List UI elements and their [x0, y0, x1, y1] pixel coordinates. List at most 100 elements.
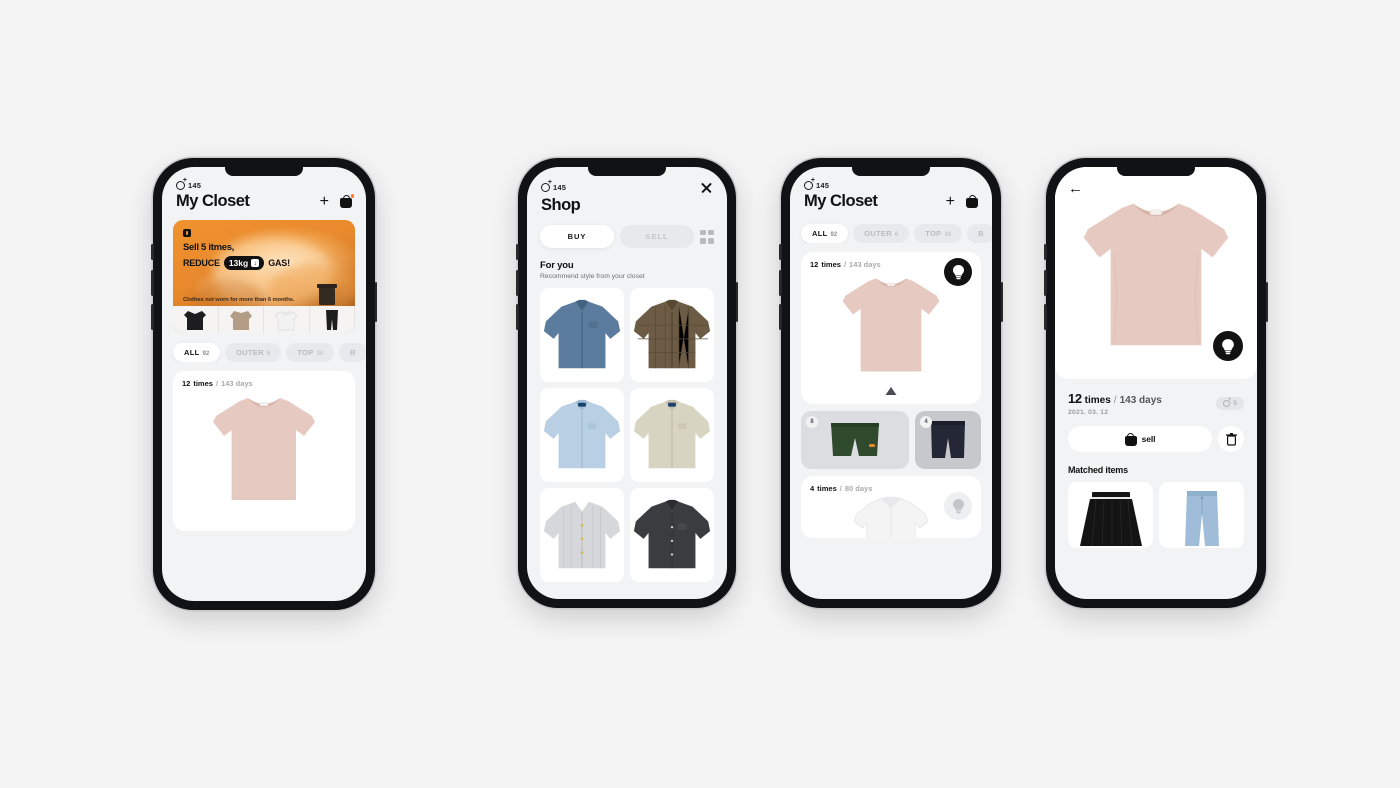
back-arrow-icon[interactable]: ←: [1068, 181, 1083, 196]
usage-days: 143 days: [1119, 395, 1162, 406]
match-count-badge: 8: [806, 416, 818, 428]
thumb-item[interactable]: [309, 306, 355, 333]
category-pill-outer[interactable]: OUTER 6: [225, 343, 282, 362]
pill-label: ALL: [184, 348, 200, 357]
close-icon[interactable]: [700, 181, 713, 194]
category-pill-top[interactable]: TOP 34: [286, 343, 335, 362]
product-grid[interactable]: [527, 280, 727, 582]
credit-badge: 5: [1216, 397, 1244, 410]
matched-item-green-shorts[interactable]: 8: [801, 411, 909, 469]
category-filter-bar[interactable]: ALL 92 OUTER 6 TOP 34 B: [162, 333, 366, 362]
product-card-light-blue-oxford-shirt[interactable]: [540, 388, 624, 482]
shop-tab-bar[interactable]: BUY SELL: [527, 215, 727, 248]
thumb-item[interactable]: [218, 306, 264, 333]
closet-item-card[interactable]: 12 times / 143 days: [173, 371, 355, 531]
category-pill-bottom[interactable]: B: [967, 224, 992, 243]
tab-sell[interactable]: SELL: [620, 225, 694, 248]
category-pill-all[interactable]: ALL 92: [173, 343, 221, 362]
category-pill-top[interactable]: TOP 34: [914, 224, 963, 243]
category-pill-bottom[interactable]: B: [339, 343, 366, 362]
pill-label: B: [350, 348, 356, 357]
item-hero-image: ←: [1055, 167, 1257, 379]
lightbulb-icon[interactable]: [944, 258, 972, 286]
lightbulb-icon[interactable]: [944, 492, 972, 520]
sell-button[interactable]: sell: [1068, 426, 1212, 452]
white-shirt-image: [853, 496, 929, 538]
phone-notch: [225, 167, 303, 176]
product-card-dark-charcoal-shirt[interactable]: [630, 488, 714, 582]
section-title: For you: [540, 260, 574, 271]
banner-reduce-word: REDUCE: [183, 258, 220, 268]
shopping-bag-icon[interactable]: [340, 194, 354, 208]
product-card-denim-blue-shirt[interactable]: [540, 288, 624, 382]
plus-icon[interactable]: +: [946, 193, 955, 210]
tab-buy[interactable]: BUY: [540, 225, 614, 248]
meta-separator: /: [843, 260, 847, 269]
pill-count: 34: [316, 351, 324, 357]
promo-banner[interactable]: Sell 5 itmes, REDUCE 13kg ↓ GAS! Clothes…: [173, 220, 355, 333]
matched-item-black-pleated-skirt[interactable]: [1068, 482, 1153, 548]
coin-plus-icon: [804, 177, 815, 190]
phone-volume-up: [779, 270, 782, 296]
closet-item-card-expanded[interactable]: 12 times / 143 days: [801, 252, 981, 404]
phone-notch: [1117, 167, 1195, 176]
leaf-badge-icon: [183, 229, 191, 237]
phone-mockup-shop: 145 Shop BUY SELL For you Recommend styl…: [516, 158, 738, 608]
screenshot-canvas: 145 My Closet + Sell 5 itmes,: [0, 0, 1400, 788]
item-detail-meta: 12 times / 143 days 2021. 03. 12 5: [1055, 379, 1257, 416]
credits-value: 145: [188, 181, 202, 190]
category-filter-bar[interactable]: ALL 92 OUTER 6 TOP 34 B: [790, 211, 992, 243]
product-card-light-gray-striped-shirt[interactable]: [540, 488, 624, 582]
pill-label: TOP: [297, 348, 314, 357]
triangle-up-icon[interactable]: [885, 382, 897, 400]
header-actions: +: [946, 193, 978, 210]
meta-separator: /: [215, 379, 219, 388]
shopping-bag-icon[interactable]: [966, 195, 978, 208]
banner-subline: REDUCE 13kg ↓ GAS!: [183, 256, 290, 270]
usage-days: 143 days: [221, 379, 253, 388]
usage-unit: times: [817, 484, 837, 493]
lightbulb-icon[interactable]: [1213, 331, 1243, 361]
category-pill-outer[interactable]: OUTER 6: [853, 224, 910, 243]
down-arrow-icon: ↓: [251, 259, 260, 267]
item-usage-meta: 12 times / 143 days: [182, 379, 346, 388]
thumb-item[interactable]: [173, 306, 219, 333]
usage-days: 143 days: [849, 260, 881, 269]
pink-tshirt-image: [842, 278, 940, 372]
credits-value: 145: [553, 183, 567, 192]
page-title: My Closet: [804, 192, 878, 210]
matched-items-grid[interactable]: [1055, 475, 1257, 548]
delete-button[interactable]: [1218, 426, 1244, 452]
phone-mockup-closet-home: 145 My Closet + Sell 5 itmes,: [151, 158, 377, 610]
app-header: My Closet +: [162, 190, 366, 211]
detail-action-row[interactable]: sell: [1055, 416, 1257, 452]
phone-volume-up: [516, 270, 519, 296]
matched-items-title: Matched items: [1068, 465, 1128, 475]
co2-value: 13kg: [228, 258, 249, 268]
pink-tshirt-image: [213, 398, 315, 500]
banner-headline: Sell 5 itmes,: [183, 242, 235, 253]
phone-mute-switch: [779, 244, 782, 260]
phone-notch: [852, 167, 930, 176]
category-pill-all[interactable]: ALL 92: [801, 224, 849, 243]
plus-icon[interactable]: +: [320, 193, 329, 210]
thumb-item[interactable]: [264, 306, 310, 333]
matched-item-navy-shorts[interactable]: 4: [915, 411, 981, 469]
closet-item-card-2[interactable]: 4 times / 80 days: [801, 476, 981, 538]
screen-closet-expanded: 145 My Closet + ALL 92 OUTER 6: [790, 167, 992, 599]
product-card-cream-beige-shirt[interactable]: [630, 388, 714, 482]
phone-mockup-item-detail: ← 12 times / 143 days 2021. 03. 12 + 5 s…: [1044, 158, 1268, 608]
phone-volume-down: [1044, 304, 1047, 330]
app-header: My Closet +: [790, 190, 992, 211]
unworn-items-strip[interactable]: [173, 306, 355, 333]
usage-days: 80 days: [844, 484, 873, 493]
product-card-brown-plaid-shirt[interactable]: [630, 288, 714, 382]
credit-value: 5: [1233, 400, 1237, 407]
grid-view-icon[interactable]: [700, 229, 714, 244]
usage-count: 12: [810, 260, 819, 269]
banner-gas-word: GAS!: [268, 258, 290, 268]
matched-item-light-blue-wide-jeans[interactable]: [1159, 482, 1244, 548]
pill-label: OUTER: [864, 229, 892, 238]
matched-pair-row[interactable]: 8 4: [801, 411, 981, 469]
pill-count: 92: [830, 232, 838, 238]
